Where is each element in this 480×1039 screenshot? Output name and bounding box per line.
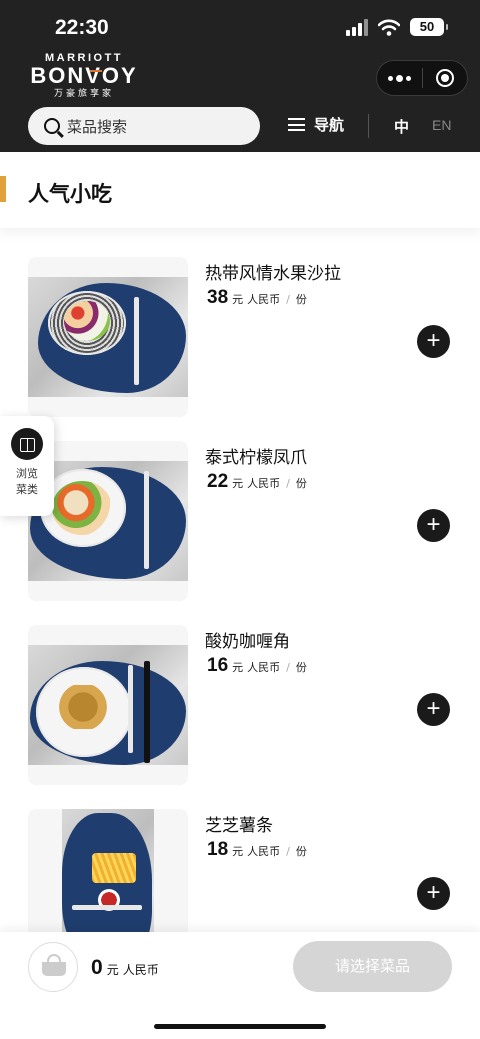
search-icon — [44, 118, 60, 134]
wifi-icon — [378, 19, 400, 36]
browse-label-line2: 菜类 — [16, 483, 38, 496]
dish-image — [28, 645, 188, 765]
menu-item[interactable]: 热带风情水果沙拉 38 元 人民币 / 份 + — [0, 257, 480, 417]
cart-total-currency: 元 — [106, 963, 119, 977]
cart-button[interactable] — [28, 942, 78, 992]
add-to-cart-button[interactable]: + — [417, 509, 450, 542]
add-to-cart-button[interactable]: + — [417, 877, 450, 910]
price-value: 38 — [207, 287, 229, 308]
logo-bonvoy: BONVOY — [30, 63, 138, 88]
price-value: 18 — [207, 839, 229, 860]
item-price: 16 元 人民币 / 份 — [207, 655, 307, 677]
section-accent-bar — [0, 176, 6, 202]
price-separator: / — [286, 661, 290, 674]
search-input[interactable]: 菜品搜索 — [28, 107, 260, 145]
menu-item[interactable]: 泰式柠檬凤爪 22 元 人民币 / 份 + — [0, 441, 480, 601]
dish-image — [28, 277, 188, 397]
more-button[interactable] — [377, 61, 422, 95]
menu-item[interactable]: 酸奶咖喱角 16 元 人民币 / 份 + — [0, 625, 480, 785]
dish-photo — [28, 625, 188, 785]
logo-accent-bar — [90, 70, 102, 72]
price-separator: / — [286, 845, 290, 858]
add-to-cart-button[interactable]: + — [417, 693, 450, 726]
item-price: 22 元 人民币 / 份 — [207, 471, 307, 493]
basket-icon — [42, 954, 66, 976]
battery-icon: 50 — [410, 18, 448, 36]
cart-total: 0 元 人民币 — [91, 956, 159, 980]
brand-logo: MARRIOTT BONVOY 万豪旅享家 — [28, 52, 140, 100]
app-header: 22:30 50 MARRIOTT BONVOY 万豪旅享家 菜品搜索 导航 中… — [0, 0, 480, 152]
price-currency: 元 — [232, 293, 244, 306]
item-name: 热带风情水果沙拉 — [205, 264, 341, 284]
price-separator: / — [286, 477, 290, 490]
nav-button[interactable]: 导航 — [288, 114, 344, 135]
cart-total-value: 0 — [91, 956, 103, 979]
item-price: 18 元 人民币 / 份 — [207, 839, 307, 861]
price-currency: 元 — [232, 477, 244, 490]
price-currency-name: 人民币 — [247, 661, 281, 674]
target-icon — [435, 69, 454, 87]
price-currency: 元 — [232, 661, 244, 674]
browse-label-line1: 浏览 — [16, 467, 38, 480]
cellular-signal-icon — [346, 18, 368, 36]
status-icons: 50 — [346, 18, 448, 36]
browse-categories-button[interactable]: 浏览 菜类 — [0, 416, 54, 516]
section-title: 人气小吃 — [28, 182, 112, 206]
price-value: 22 — [207, 471, 229, 492]
cart-total-currency-name: 人民币 — [122, 963, 159, 977]
dish-photo — [28, 257, 188, 417]
item-price: 38 元 人民币 / 份 — [207, 287, 307, 309]
price-unit: 份 — [295, 293, 307, 306]
lang-zh-button[interactable]: 中 — [394, 116, 409, 137]
add-to-cart-button[interactable]: + — [417, 325, 450, 358]
item-name: 泰式柠檬凤爪 — [205, 448, 307, 468]
header-divider — [368, 114, 369, 138]
item-name: 芝芝薯条 — [205, 816, 273, 836]
nav-label: 导航 — [314, 116, 345, 134]
price-currency: 元 — [232, 845, 244, 858]
price-currency-name: 人民币 — [247, 293, 281, 306]
book-icon — [11, 428, 43, 460]
more-dots-icon — [387, 74, 411, 82]
close-miniprogram-button[interactable] — [423, 61, 468, 95]
lang-en-button[interactable]: EN — [432, 117, 451, 133]
logo-chinese: 万豪旅享家 — [53, 89, 114, 99]
price-currency-name: 人民币 — [247, 477, 281, 490]
home-indicator — [154, 1024, 326, 1029]
price-separator: / — [286, 293, 290, 306]
search-placeholder: 菜品搜索 — [67, 117, 128, 136]
checkout-button[interactable]: 请选择菜品 — [293, 941, 452, 992]
price-unit: 份 — [295, 845, 307, 858]
price-currency-name: 人民币 — [247, 845, 281, 858]
status-time: 22:30 — [55, 16, 109, 39]
cart-bar: 0 元 人民币 请选择菜品 — [0, 932, 480, 1039]
price-unit: 份 — [295, 477, 307, 490]
price-unit: 份 — [295, 661, 307, 674]
price-value: 16 — [207, 655, 229, 676]
miniprogram-capsule — [376, 60, 468, 96]
item-name: 酸奶咖喱角 — [205, 632, 290, 652]
menu-icon — [288, 118, 305, 131]
